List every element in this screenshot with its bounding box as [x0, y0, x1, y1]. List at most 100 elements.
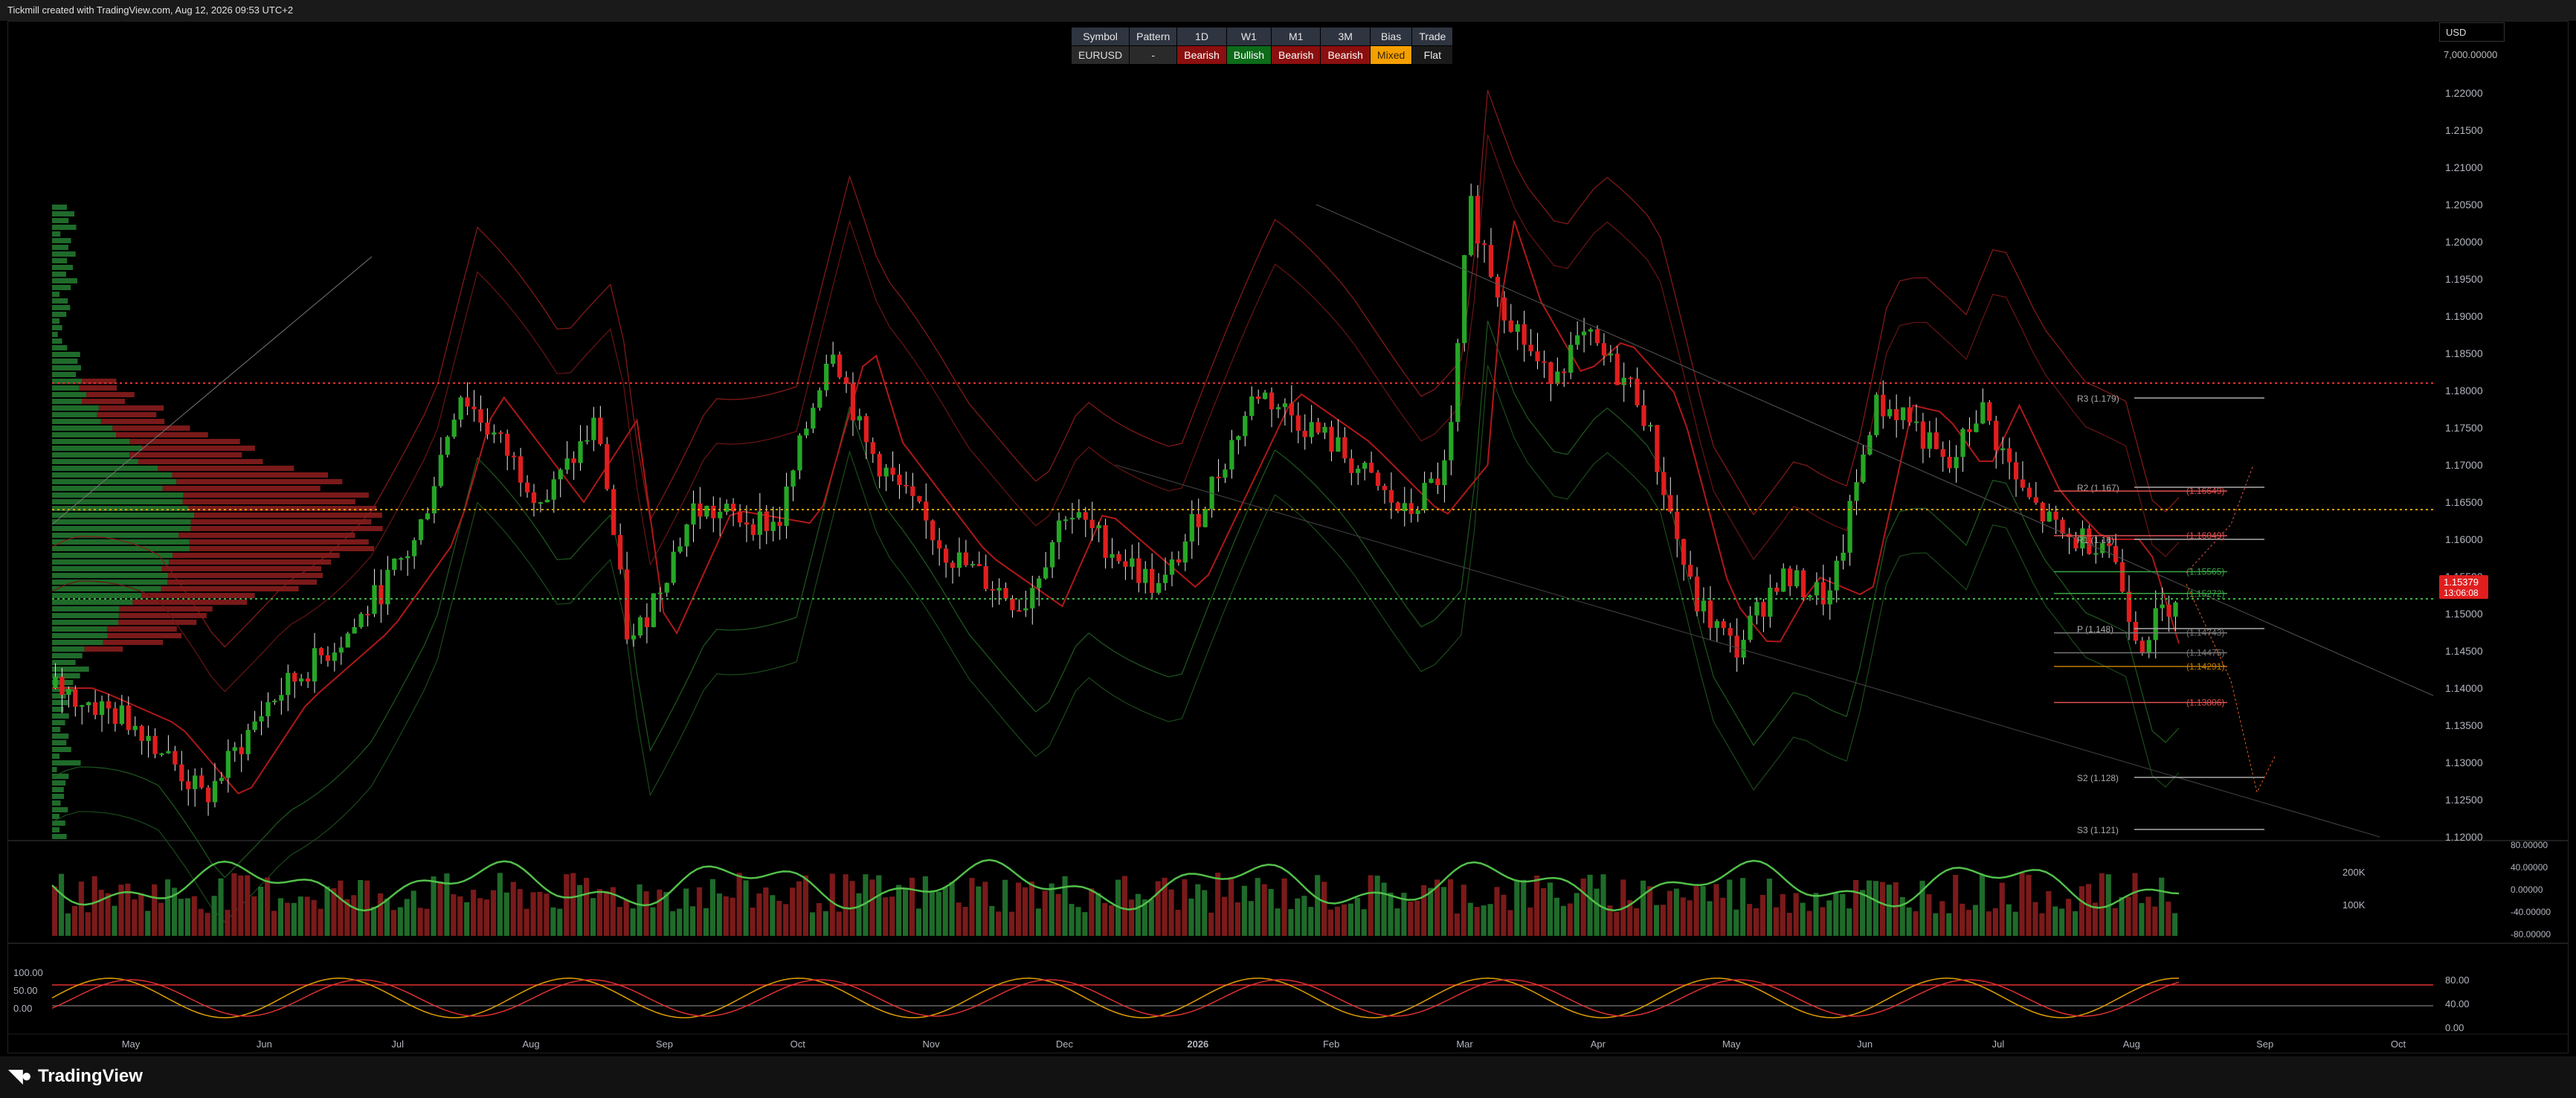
candle	[1881, 394, 1886, 417]
candle	[399, 558, 404, 560]
candle	[1043, 567, 1049, 579]
volume-bar	[1846, 908, 1852, 936]
profile-bar-red	[162, 486, 321, 491]
volume-bar	[410, 890, 416, 936]
bias-cell: Flat	[1411, 45, 1454, 65]
candle	[1714, 621, 1719, 628]
candle	[1362, 463, 1368, 469]
currency-select[interactable]: USD	[2439, 22, 2505, 42]
candle	[1800, 570, 1806, 597]
candle	[1422, 483, 1427, 511]
time-tick-label: Apr	[1591, 1038, 1606, 1050]
candle	[1143, 568, 1148, 583]
volume-bar	[670, 911, 676, 936]
profile-bar-red	[81, 399, 126, 404]
candle	[2053, 511, 2058, 520]
price-tick-label: 1.16000	[2445, 533, 2483, 545]
volume-bar	[1527, 907, 1533, 936]
candle	[1501, 297, 1507, 321]
candle	[1136, 558, 1142, 583]
candle	[2093, 553, 2099, 555]
candle	[544, 499, 550, 503]
current-price-value: 1.15379	[2444, 577, 2479, 588]
profile-bar-green	[52, 566, 162, 571]
volume-bar	[1394, 908, 1400, 936]
price-chart[interactable]: 1.22000 1.21500 1.21000 1.20500 1.20000 1.195…	[0, 0, 2576, 1098]
projection-label: (1.14743)	[2186, 628, 2224, 638]
price-tick-label: 1.16500	[2445, 496, 2483, 508]
candle	[332, 652, 337, 661]
volume-bar	[590, 898, 596, 936]
profile-bar-green	[52, 245, 68, 250]
candle	[1687, 565, 1693, 577]
volume-bar	[178, 899, 184, 936]
candle	[637, 617, 643, 636]
time-tick-label: May	[1722, 1038, 1741, 1050]
volume-bar	[1354, 897, 1360, 936]
profile-bar-red	[172, 472, 328, 478]
candle	[671, 551, 676, 583]
volume-bar	[1972, 905, 1979, 936]
profile-bar-green	[52, 352, 80, 357]
candle	[411, 540, 417, 556]
candle	[1475, 196, 1481, 244]
envelope-band	[51, 90, 2180, 648]
volume-bar	[756, 893, 762, 936]
volume-bar	[1534, 876, 1540, 936]
volume-bar	[790, 887, 796, 936]
bias-table-row: EURUSD - Bearish Bullish Bearish Bearish Mixed…	[1070, 45, 1454, 65]
time-tick-label: Aug	[2123, 1038, 2140, 1050]
candle	[1408, 503, 1414, 514]
volume-bar	[138, 893, 144, 936]
volume-bar	[564, 874, 570, 936]
profile-bar-green	[52, 238, 71, 243]
volume-bar	[1687, 900, 1693, 936]
candle	[983, 566, 988, 589]
volume-bar	[2125, 896, 2131, 936]
volume-bar	[816, 903, 822, 936]
candle	[1522, 324, 1527, 345]
candle	[518, 456, 524, 483]
candle	[996, 588, 1002, 591]
volume-bar	[1042, 890, 1048, 936]
bias-header-cell: 3M	[1320, 27, 1371, 46]
candle	[1562, 371, 1567, 373]
volume-bar	[1035, 908, 1041, 936]
volume-bar	[1328, 909, 1334, 936]
volume-bar	[1574, 893, 1580, 936]
candle	[1947, 457, 1952, 469]
candle	[1807, 595, 1813, 597]
candle	[1834, 560, 1839, 591]
candle	[870, 442, 875, 455]
volume-bar	[1640, 880, 1646, 936]
candle	[1614, 353, 1620, 385]
volume-bar	[145, 911, 151, 936]
volume-bar	[1002, 879, 1008, 936]
profile-bar-red	[138, 459, 263, 464]
profile-bar-green	[52, 653, 83, 658]
volume-bar	[510, 882, 516, 936]
candle	[917, 495, 922, 502]
profile-bar-green	[52, 606, 120, 611]
candle	[2033, 497, 2038, 503]
volume-bar	[956, 902, 962, 936]
volume-bar	[1321, 882, 1327, 936]
volume-bar	[1979, 875, 1986, 936]
candle	[272, 700, 277, 702]
candle	[850, 383, 856, 421]
candle	[1116, 553, 1121, 562]
candle	[1037, 578, 1042, 588]
profile-bar-red	[129, 439, 240, 444]
volume-bar	[1388, 893, 1394, 936]
candle	[1608, 353, 1613, 356]
profile-bar-green	[52, 600, 133, 605]
profile-bar-red	[86, 392, 135, 397]
volume-bar	[1474, 907, 1480, 936]
profile-bar-green	[52, 513, 195, 518]
volume-bar	[1740, 878, 1746, 936]
tradingview-brand[interactable]: ◥● TradingView	[9, 1065, 143, 1087]
projection-label: (1.14291)	[2186, 661, 2224, 672]
volume-bar	[1600, 874, 1606, 936]
candle	[245, 730, 251, 754]
profile-bar-red	[84, 646, 123, 652]
